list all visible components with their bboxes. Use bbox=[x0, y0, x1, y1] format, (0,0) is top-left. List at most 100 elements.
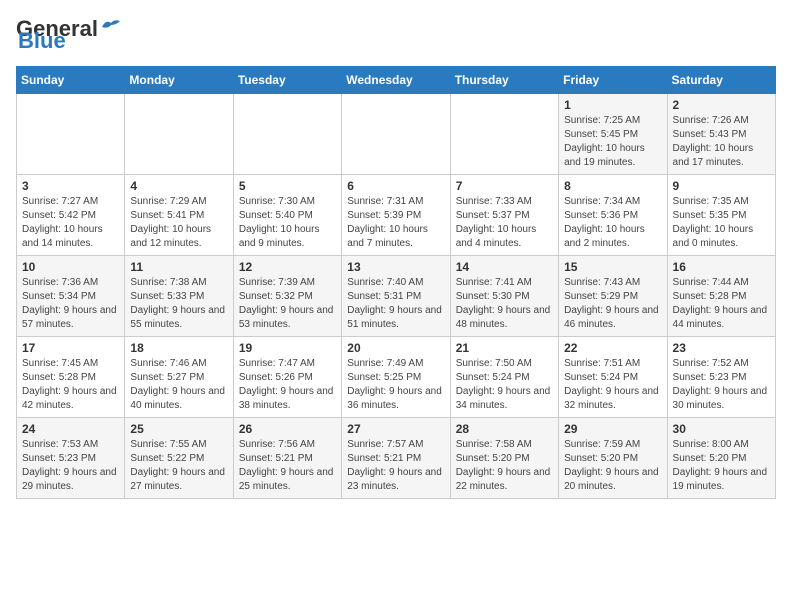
calendar-cell: 19 Sunrise: 7:47 AM Sunset: 5:26 PM Dayli… bbox=[233, 337, 341, 418]
day-number: 4 bbox=[130, 179, 227, 193]
day-info: Sunrise: 7:47 AM Sunset: 5:26 PM Dayligh… bbox=[239, 357, 336, 413]
calendar-cell bbox=[233, 94, 341, 175]
calendar-week-row: 10Sunrise: 7:36 AM Sunset: 5:34 PM Dayli… bbox=[17, 256, 776, 337]
calendar-cell: 20 Sunrise: 7:49 AM Sunset: 5:25 PM Dayli… bbox=[342, 337, 450, 418]
day-number: 1 bbox=[564, 98, 661, 112]
calendar-cell bbox=[450, 94, 558, 175]
day-number: 2 bbox=[673, 98, 770, 112]
calendar-cell: 12 Sunrise: 7:39 AM Sunset: 5:32 PM Dayli… bbox=[233, 256, 341, 337]
calendar-cell: 3Sunrise: 7:27 AM Sunset: 5:42 PM Daylig… bbox=[17, 175, 125, 256]
day-number: 11 bbox=[130, 260, 227, 274]
day-info: Sunrise: 7:45 AM Sunset: 5:28 PM Dayligh… bbox=[22, 357, 119, 413]
day-info: Sunrise: 7:50 AM Sunset: 5:24 PM Dayligh… bbox=[456, 357, 553, 413]
day-info: Sunrise: 7:49 AM Sunset: 5:25 PM Dayligh… bbox=[347, 357, 444, 413]
day-info: Sunrise: 7:41 AM Sunset: 5:30 PM Dayligh… bbox=[456, 276, 553, 332]
day-info: Sunrise: 7:55 AM Sunset: 5:22 PM Dayligh… bbox=[130, 438, 227, 494]
weekday-header: Monday bbox=[125, 67, 233, 94]
day-number: 28 bbox=[456, 422, 553, 436]
calendar-cell: 4 Sunrise: 7:29 AM Sunset: 5:41 PM Daylig… bbox=[125, 175, 233, 256]
day-number: 22 bbox=[564, 341, 661, 355]
day-info: Sunrise: 7:38 AM Sunset: 5:33 PM Dayligh… bbox=[130, 276, 227, 332]
day-info: Sunrise: 7:26 AM Sunset: 5:43 PM Dayligh… bbox=[673, 114, 770, 170]
day-info: Sunrise: 7:25 AM Sunset: 5:45 PM Dayligh… bbox=[564, 114, 661, 170]
calendar-cell: 30 Sunrise: 8:00 AM Sunset: 5:20 PM Dayli… bbox=[667, 418, 775, 499]
calendar-cell: 25 Sunrise: 7:55 AM Sunset: 5:22 PM Dayli… bbox=[125, 418, 233, 499]
calendar-header-row: SundayMondayTuesdayWednesdayThursdayFrid… bbox=[17, 67, 776, 94]
day-number: 7 bbox=[456, 179, 553, 193]
calendar-table: SundayMondayTuesdayWednesdayThursdayFrid… bbox=[16, 66, 776, 499]
calendar-body: 1 Sunrise: 7:25 AM Sunset: 5:45 PM Daylig… bbox=[17, 94, 776, 499]
day-number: 8 bbox=[564, 179, 661, 193]
day-number: 15 bbox=[564, 260, 661, 274]
day-info: Sunrise: 7:53 AM Sunset: 5:23 PM Dayligh… bbox=[22, 438, 119, 494]
calendar-week-row: 17 Sunrise: 7:45 AM Sunset: 5:28 PM Dayli… bbox=[17, 337, 776, 418]
weekday-header: Thursday bbox=[450, 67, 558, 94]
day-number: 9 bbox=[673, 179, 770, 193]
calendar-cell: 26Sunrise: 7:56 AM Sunset: 5:21 PM Dayli… bbox=[233, 418, 341, 499]
day-number: 14 bbox=[456, 260, 553, 274]
logo-bird-icon bbox=[100, 17, 122, 33]
day-info: Sunrise: 7:34 AM Sunset: 5:36 PM Dayligh… bbox=[564, 195, 661, 251]
day-info: Sunrise: 7:40 AM Sunset: 5:31 PM Dayligh… bbox=[347, 276, 444, 332]
day-info: Sunrise: 7:31 AM Sunset: 5:39 PM Dayligh… bbox=[347, 195, 444, 251]
day-info: Sunrise: 7:43 AM Sunset: 5:29 PM Dayligh… bbox=[564, 276, 661, 332]
page-header: General Blue bbox=[16, 16, 776, 54]
calendar-cell: 11 Sunrise: 7:38 AM Sunset: 5:33 PM Dayli… bbox=[125, 256, 233, 337]
day-info: Sunrise: 8:00 AM Sunset: 5:20 PM Dayligh… bbox=[673, 438, 770, 494]
day-info: Sunrise: 7:59 AM Sunset: 5:20 PM Dayligh… bbox=[564, 438, 661, 494]
calendar-cell: 15 Sunrise: 7:43 AM Sunset: 5:29 PM Dayli… bbox=[559, 256, 667, 337]
day-info: Sunrise: 7:44 AM Sunset: 5:28 PM Dayligh… bbox=[673, 276, 770, 332]
day-number: 26 bbox=[239, 422, 336, 436]
day-info: Sunrise: 7:36 AM Sunset: 5:34 PM Dayligh… bbox=[22, 276, 119, 332]
weekday-header: Tuesday bbox=[233, 67, 341, 94]
calendar-week-row: 24Sunrise: 7:53 AM Sunset: 5:23 PM Dayli… bbox=[17, 418, 776, 499]
day-info: Sunrise: 7:58 AM Sunset: 5:20 PM Dayligh… bbox=[456, 438, 553, 494]
day-number: 5 bbox=[239, 179, 336, 193]
weekday-header: Friday bbox=[559, 67, 667, 94]
day-info: Sunrise: 7:30 AM Sunset: 5:40 PM Dayligh… bbox=[239, 195, 336, 251]
day-number: 19 bbox=[239, 341, 336, 355]
calendar-cell: 1 Sunrise: 7:25 AM Sunset: 5:45 PM Daylig… bbox=[559, 94, 667, 175]
calendar-cell: 22Sunrise: 7:51 AM Sunset: 5:24 PM Dayli… bbox=[559, 337, 667, 418]
calendar-cell: 17 Sunrise: 7:45 AM Sunset: 5:28 PM Dayli… bbox=[17, 337, 125, 418]
logo: General Blue bbox=[16, 16, 122, 54]
calendar-cell: 24Sunrise: 7:53 AM Sunset: 5:23 PM Dayli… bbox=[17, 418, 125, 499]
calendar-cell: 27 Sunrise: 7:57 AM Sunset: 5:21 PM Dayli… bbox=[342, 418, 450, 499]
day-info: Sunrise: 7:33 AM Sunset: 5:37 PM Dayligh… bbox=[456, 195, 553, 251]
calendar-cell: 2 Sunrise: 7:26 AM Sunset: 5:43 PM Daylig… bbox=[667, 94, 775, 175]
calendar-cell: 9Sunrise: 7:35 AM Sunset: 5:35 PM Daylig… bbox=[667, 175, 775, 256]
day-info: Sunrise: 7:39 AM Sunset: 5:32 PM Dayligh… bbox=[239, 276, 336, 332]
weekday-header: Wednesday bbox=[342, 67, 450, 94]
day-number: 13 bbox=[347, 260, 444, 274]
calendar-cell bbox=[342, 94, 450, 175]
day-number: 6 bbox=[347, 179, 444, 193]
day-info: Sunrise: 7:57 AM Sunset: 5:21 PM Dayligh… bbox=[347, 438, 444, 494]
calendar-cell: 6 Sunrise: 7:31 AM Sunset: 5:39 PM Daylig… bbox=[342, 175, 450, 256]
calendar-week-row: 3Sunrise: 7:27 AM Sunset: 5:42 PM Daylig… bbox=[17, 175, 776, 256]
weekday-header: Saturday bbox=[667, 67, 775, 94]
day-info: Sunrise: 7:52 AM Sunset: 5:23 PM Dayligh… bbox=[673, 357, 770, 413]
weekday-header: Sunday bbox=[17, 67, 125, 94]
day-number: 18 bbox=[130, 341, 227, 355]
calendar-cell: 29Sunrise: 7:59 AM Sunset: 5:20 PM Dayli… bbox=[559, 418, 667, 499]
calendar-week-row: 1 Sunrise: 7:25 AM Sunset: 5:45 PM Daylig… bbox=[17, 94, 776, 175]
calendar-cell: 10Sunrise: 7:36 AM Sunset: 5:34 PM Dayli… bbox=[17, 256, 125, 337]
logo-blue: Blue bbox=[18, 28, 66, 54]
day-number: 21 bbox=[456, 341, 553, 355]
day-info: Sunrise: 7:46 AM Sunset: 5:27 PM Dayligh… bbox=[130, 357, 227, 413]
calendar-cell: 14 Sunrise: 7:41 AM Sunset: 5:30 PM Dayli… bbox=[450, 256, 558, 337]
calendar-cell: 5 Sunrise: 7:30 AM Sunset: 5:40 PM Daylig… bbox=[233, 175, 341, 256]
calendar-cell bbox=[125, 94, 233, 175]
calendar-cell: 8 Sunrise: 7:34 AM Sunset: 5:36 PM Daylig… bbox=[559, 175, 667, 256]
day-number: 25 bbox=[130, 422, 227, 436]
calendar-cell: 23 Sunrise: 7:52 AM Sunset: 5:23 PM Dayli… bbox=[667, 337, 775, 418]
day-number: 16 bbox=[673, 260, 770, 274]
day-number: 17 bbox=[22, 341, 119, 355]
day-info: Sunrise: 7:29 AM Sunset: 5:41 PM Dayligh… bbox=[130, 195, 227, 251]
day-number: 23 bbox=[673, 341, 770, 355]
day-number: 30 bbox=[673, 422, 770, 436]
day-number: 27 bbox=[347, 422, 444, 436]
day-number: 20 bbox=[347, 341, 444, 355]
day-number: 12 bbox=[239, 260, 336, 274]
calendar-cell: 16 Sunrise: 7:44 AM Sunset: 5:28 PM Dayli… bbox=[667, 256, 775, 337]
